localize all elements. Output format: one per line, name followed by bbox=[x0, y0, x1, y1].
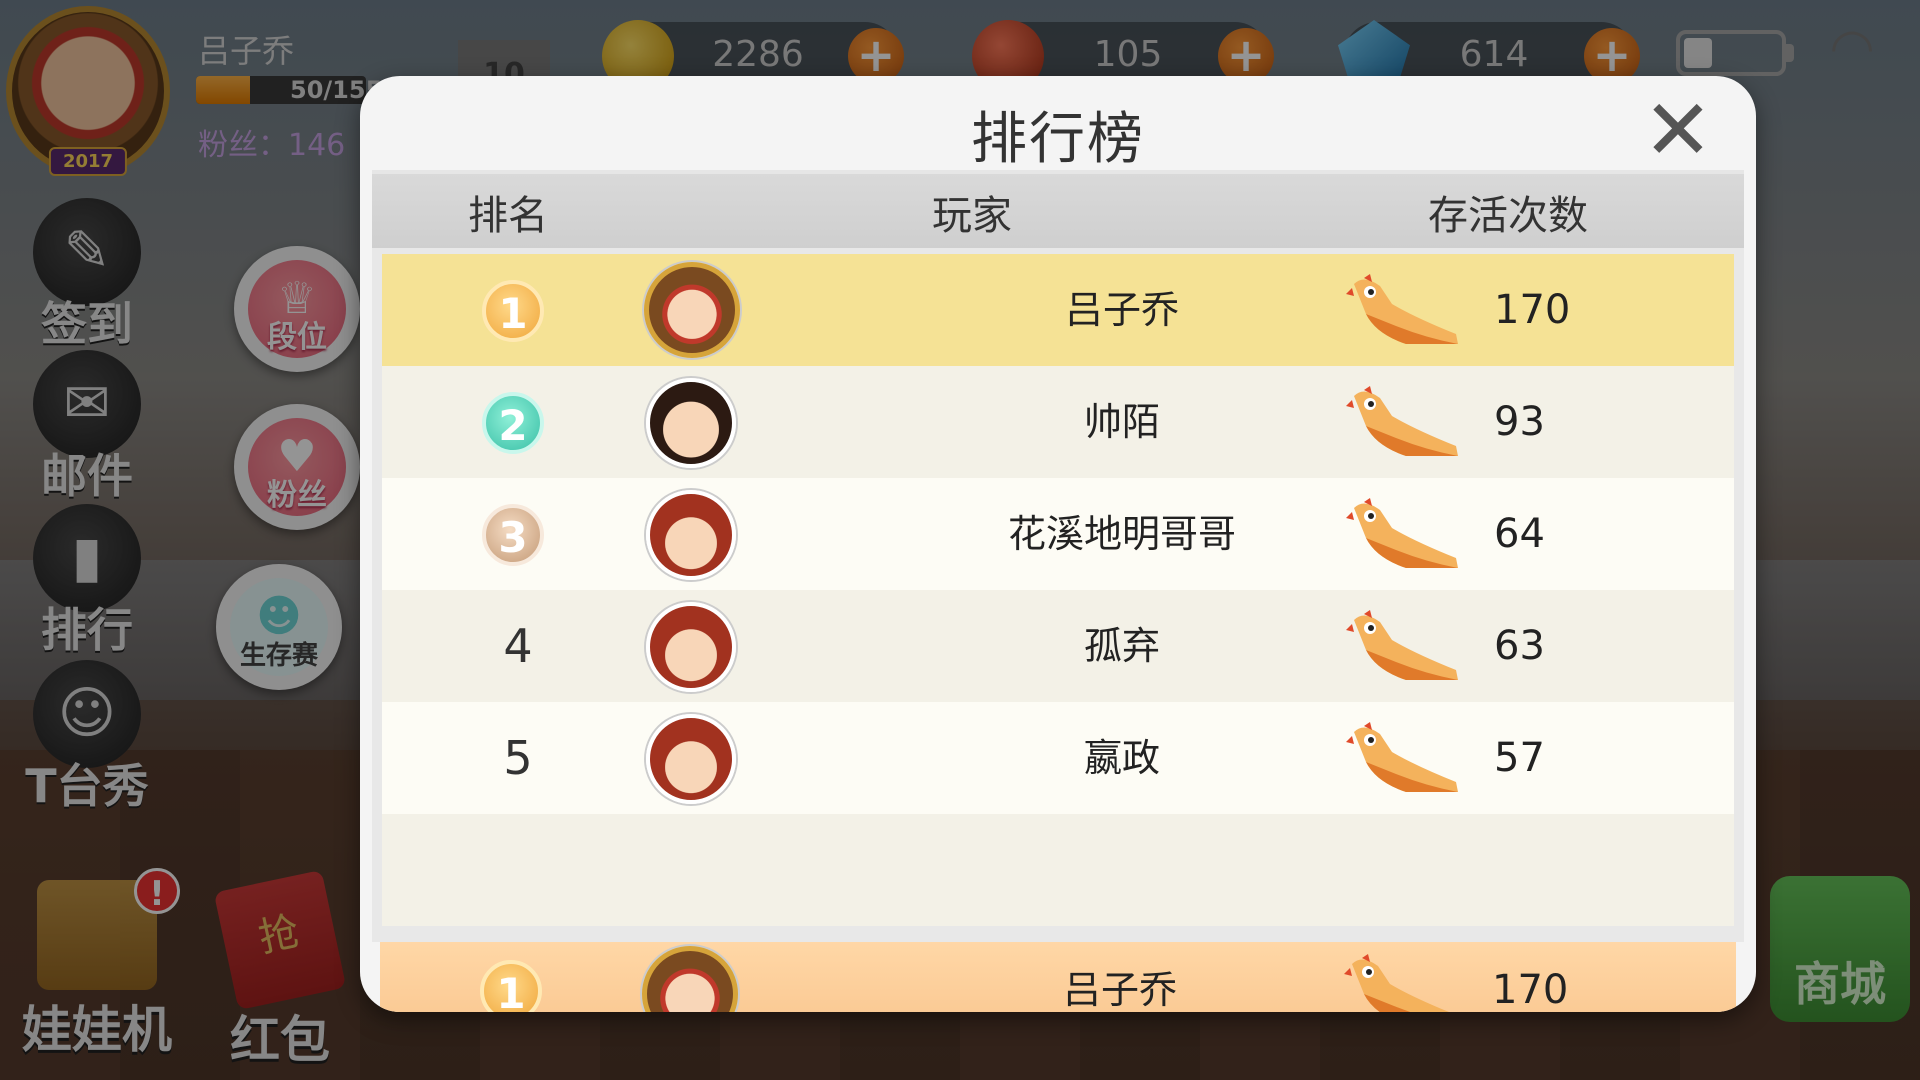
player-name: 花溪地明哥哥 bbox=[1007, 512, 1236, 556]
player-avatar-icon[interactable] bbox=[642, 946, 738, 1012]
rank-medal-icon: 2 bbox=[482, 392, 544, 454]
player-avatar-icon[interactable] bbox=[646, 378, 736, 468]
rank-medal-icon: 1 bbox=[482, 280, 544, 342]
rank-number: 4 bbox=[503, 619, 533, 673]
player-avatar-icon[interactable] bbox=[646, 714, 736, 804]
player-name: 孤弃 bbox=[1083, 624, 1160, 668]
player-name: 吕子乔 bbox=[1064, 288, 1179, 332]
dialog-title: 排行榜 bbox=[971, 107, 1145, 172]
player-name: 吕子乔 bbox=[1062, 968, 1177, 1012]
header-player: 玩家 bbox=[932, 193, 1012, 239]
rank-number: 5 bbox=[503, 731, 533, 785]
leaderboard-rows[interactable]: 1 吕子乔 170 2 帅陌 93 3 花溪地明哥哥 64 4 孤弃 63 5 … bbox=[382, 254, 1734, 942]
table-row[interactable]: 3 花溪地明哥哥 64 bbox=[382, 478, 1734, 590]
survival-count: 93 bbox=[1494, 399, 1545, 445]
table-row[interactable]: 1 吕子乔 170 bbox=[382, 254, 1734, 366]
chicken-icon bbox=[1344, 954, 1450, 1012]
player-avatar-icon[interactable] bbox=[646, 602, 736, 692]
table-header: 排名 玩家 存活次数 bbox=[372, 170, 1744, 248]
my-rank-row: 1 吕子乔 170 bbox=[380, 942, 1736, 1012]
survival-count: 64 bbox=[1494, 511, 1545, 557]
survival-count: 57 bbox=[1494, 735, 1545, 781]
player-avatar-icon[interactable] bbox=[644, 262, 740, 358]
table-row[interactable]: 5 嬴政 57 bbox=[382, 702, 1734, 814]
player-name: 帅陌 bbox=[1083, 400, 1160, 444]
chicken-icon bbox=[1346, 274, 1458, 344]
chicken-icon bbox=[1346, 610, 1458, 680]
player-name: 嬴政 bbox=[1083, 736, 1160, 780]
chicken-icon bbox=[1346, 498, 1458, 568]
chicken-icon bbox=[1346, 386, 1458, 456]
rank-medal-icon: 3 bbox=[482, 504, 544, 566]
survival-count: 63 bbox=[1494, 623, 1545, 669]
chicken-icon bbox=[1346, 722, 1458, 792]
player-avatar-icon[interactable] bbox=[646, 490, 736, 580]
survival-count: 170 bbox=[1492, 967, 1569, 1012]
leaderboard-dialog: 排行榜 ✕ 排名 玩家 存活次数 1 吕子乔 170 2 帅陌 93 3 花溪地… bbox=[360, 76, 1756, 1012]
header-survival-count: 存活次数 bbox=[1428, 193, 1588, 239]
table-row-partial bbox=[382, 814, 1734, 926]
survival-count: 170 bbox=[1494, 287, 1571, 333]
rank-medal-icon: 1 bbox=[480, 960, 542, 1012]
header-rank: 排名 bbox=[468, 193, 548, 239]
leaderboard-table: 排名 玩家 存活次数 1 吕子乔 170 2 帅陌 93 3 花溪地明哥哥 64… bbox=[372, 170, 1744, 1012]
table-row[interactable]: 4 孤弃 63 bbox=[382, 590, 1734, 702]
close-icon[interactable]: ✕ bbox=[1638, 88, 1718, 172]
table-row[interactable]: 2 帅陌 93 bbox=[382, 366, 1734, 478]
